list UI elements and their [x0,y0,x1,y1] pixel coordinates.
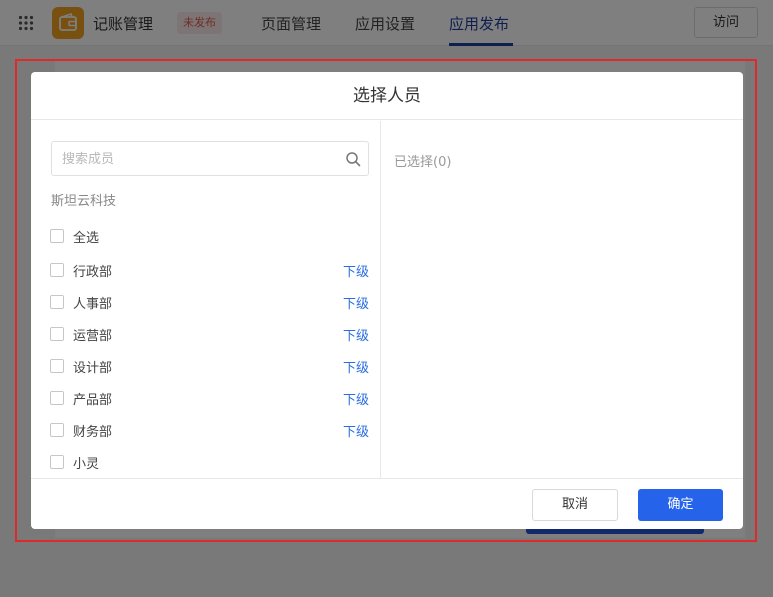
item-label: 人事部 [73,297,113,312]
select-all-row[interactable]: 全选 [49,226,369,246]
dialog-title: 选择人员 [31,72,743,120]
item-checkbox[interactable] [50,423,64,437]
cancel-button[interactable]: 取消 [532,489,618,521]
list-item-dept[interactable]: 财务部 下级 [49,420,369,440]
select-all-checkbox[interactable] [50,229,64,243]
select-all-label: 全选 [73,231,100,246]
subordinate-link[interactable]: 下级 [343,389,369,408]
company-name: 斯坦云科技 [51,194,117,209]
confirm-button[interactable]: 确定 [638,489,723,521]
item-checkbox[interactable] [50,327,64,341]
list-item-dept[interactable]: 产品部 下级 [49,388,369,408]
item-checkbox[interactable] [50,263,64,277]
subordinate-link[interactable]: 下级 [343,325,369,344]
item-label: 设计部 [73,361,113,376]
list-item-member[interactable]: 小灵 [49,452,369,472]
list-item-dept[interactable]: 设计部 下级 [49,356,369,376]
subordinate-link[interactable]: 下级 [343,293,369,312]
subordinate-link[interactable]: 下级 [343,357,369,376]
subordinate-link[interactable]: 下级 [343,421,369,440]
member-list-pane: 斯坦云科技 全选 行政部 下级 人事部 下级 运营部 下级 设计部 下级 产品部 [31,121,381,479]
item-label: 产品部 [73,393,113,408]
item-label: 小灵 [73,457,100,472]
item-label: 行政部 [73,265,113,280]
item-checkbox[interactable] [50,359,64,373]
item-checkbox[interactable] [50,455,64,469]
subordinate-link[interactable]: 下级 [343,261,369,280]
selected-count: 已选择(0) [394,155,452,170]
item-label: 财务部 [73,425,113,440]
list-item-dept[interactable]: 运营部 下级 [49,324,369,344]
item-label: 运营部 [73,329,113,344]
search-box[interactable] [51,141,369,176]
item-checkbox[interactable] [50,295,64,309]
selected-pane: 已选择(0) [382,121,743,479]
list-item-dept[interactable]: 人事部 下级 [49,292,369,312]
search-input[interactable] [62,148,332,170]
item-checkbox[interactable] [50,391,64,405]
dialog-footer: 取消 确定 [31,478,743,529]
list-item-dept[interactable]: 行政部 下级 [49,260,369,280]
select-people-dialog: 选择人员 斯坦云科技 全选 行政部 下级 人事部 下级 运营部 下级 [31,72,743,529]
search-icon[interactable] [345,151,361,167]
